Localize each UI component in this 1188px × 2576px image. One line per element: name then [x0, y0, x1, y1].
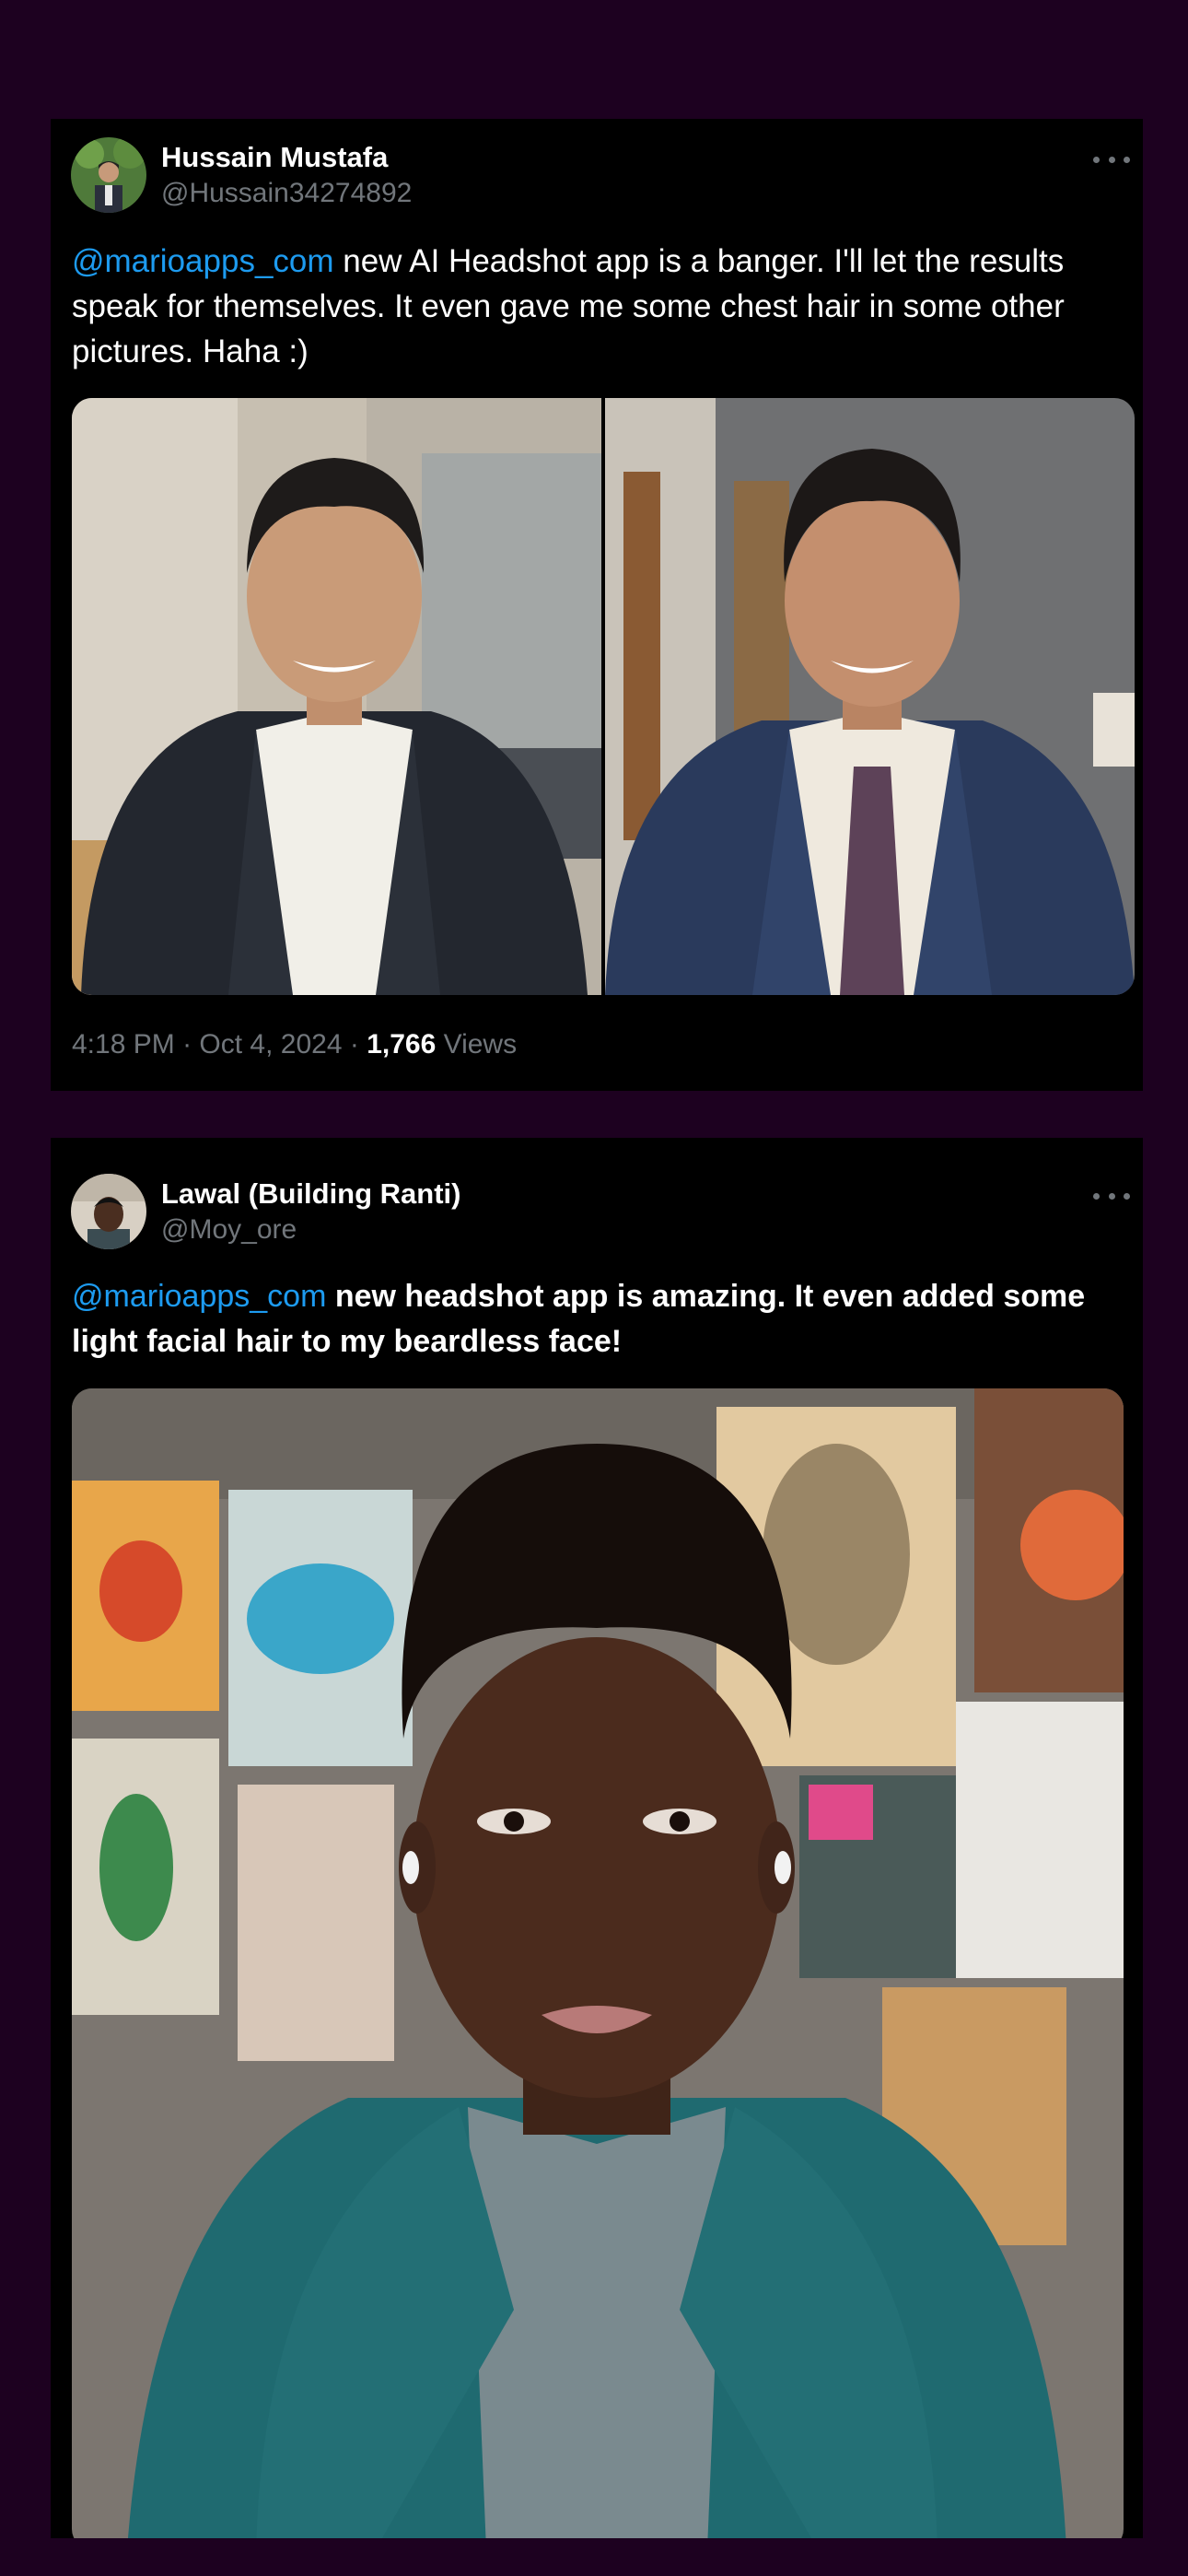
tweet-card[interactable]: Hussain Mustafa @Hussain34274892 @marioa… — [51, 119, 1143, 1091]
display-name[interactable]: Lawal (Building Ranti) — [161, 1177, 461, 1211]
headshot-photo-2[interactable] — [605, 398, 1135, 995]
mention-link[interactable]: @marioapps_com — [72, 1279, 326, 1314]
more-options-icon[interactable] — [1093, 1185, 1130, 1207]
user-handle[interactable]: @Hussain34274892 — [161, 178, 412, 209]
headshot-photo-1[interactable] — [72, 398, 601, 995]
tweet-metadata: 4:18 PM · Oct 4, 2024 · 1,766 Views — [72, 1029, 518, 1060]
tweet-card[interactable]: Lawal (Building Ranti) @Moy_ore @marioap… — [51, 1138, 1143, 2538]
headshot-photo[interactable] — [72, 1388, 1124, 2538]
more-options-icon[interactable] — [1093, 148, 1130, 170]
tweet-text: @marioapps_com new AI Headshot app is a … — [72, 239, 1106, 374]
avatar[interactable] — [71, 137, 146, 213]
tweet-text: @marioapps_com new headshot app is amazi… — [72, 1274, 1106, 1364]
views-label: Views — [443, 1029, 518, 1060]
avatar[interactable] — [71, 1174, 146, 1249]
display-name[interactable]: Hussain Mustafa — [161, 141, 388, 174]
tweet-media[interactable] — [72, 398, 1135, 995]
tweet-date[interactable]: Oct 4, 2024 — [199, 1029, 342, 1060]
tweet-time[interactable]: 4:18 PM — [72, 1029, 175, 1060]
mention-link[interactable]: @marioapps_com — [72, 243, 334, 279]
user-handle[interactable]: @Moy_ore — [161, 1214, 297, 1246]
views-count: 1,766 — [367, 1029, 437, 1060]
